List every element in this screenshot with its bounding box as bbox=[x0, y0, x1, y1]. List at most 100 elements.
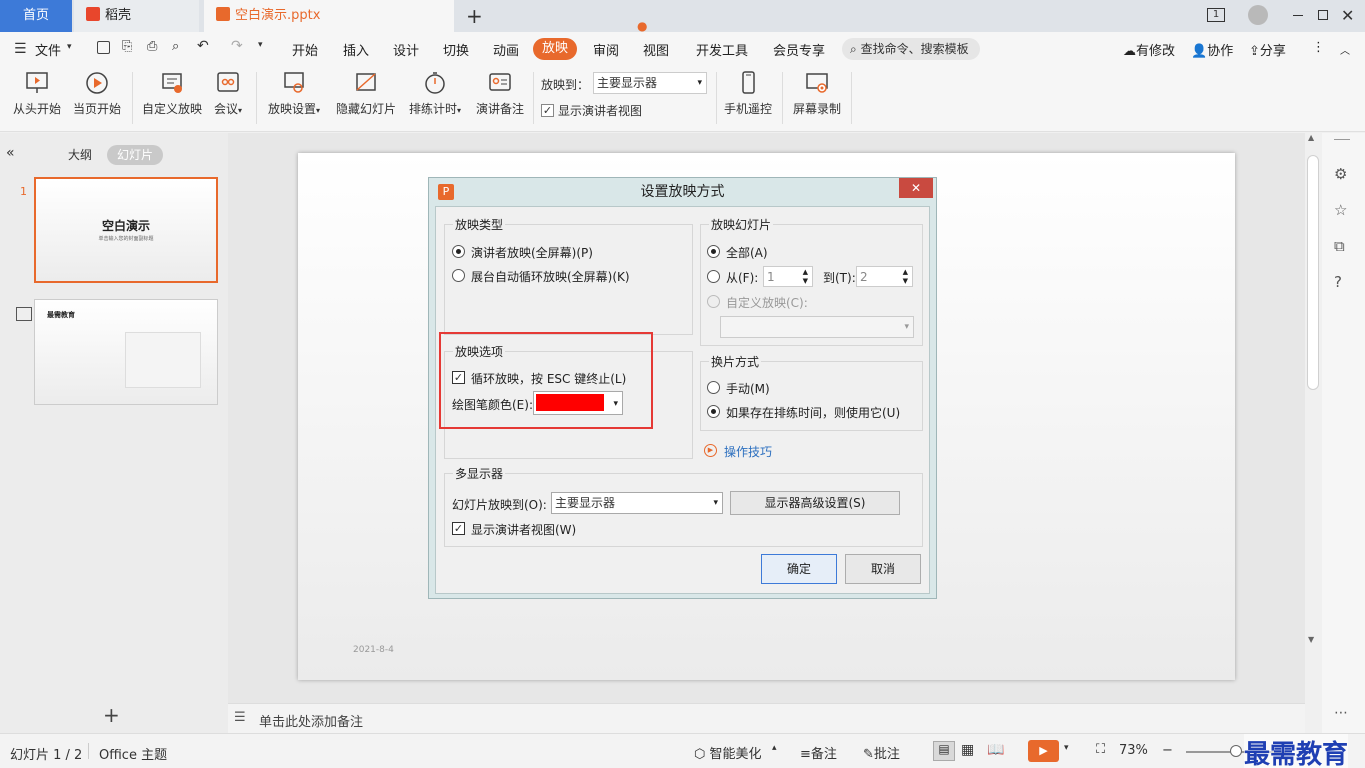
from-radio[interactable] bbox=[707, 270, 720, 283]
slide-thumbnail-2[interactable]: 最需教育 bbox=[34, 299, 218, 405]
show-on-select[interactable]: 主要显示器 ▾ bbox=[551, 492, 723, 514]
tab-outline[interactable]: 大纲 bbox=[58, 145, 102, 165]
presenter-label: 演讲者放映(全屏幕)(P) bbox=[471, 246, 593, 260]
star-icon[interactable]: ☆ bbox=[1334, 201, 1347, 219]
show-settings-label: 放映设置 bbox=[267, 102, 316, 116]
hamburger-icon[interactable]: ☰ bbox=[14, 41, 27, 57]
from-start-button[interactable]: 从头开始 bbox=[10, 70, 64, 117]
normal-view-icon[interactable]: ▤ bbox=[933, 741, 955, 761]
manual-radio[interactable] bbox=[707, 381, 720, 394]
menu-start[interactable]: 开始 bbox=[292, 40, 318, 59]
from-spinner[interactable]: 1 ▲ ▼ bbox=[763, 266, 813, 287]
redo-icon[interactable]: ↷ bbox=[231, 38, 243, 54]
restore-icon[interactable] bbox=[1318, 10, 1328, 20]
print-icon[interactable]: ⎙ bbox=[147, 39, 157, 54]
custom-show-radio[interactable] bbox=[707, 295, 720, 308]
menu-developer[interactable]: 开发工具 bbox=[696, 40, 748, 59]
cancel-button[interactable]: 取消 bbox=[845, 554, 921, 584]
zoom-value[interactable]: 73% bbox=[1119, 743, 1148, 758]
play-button[interactable]: ▶ bbox=[1028, 740, 1059, 762]
preview-icon[interactable]: ⌕ bbox=[172, 39, 179, 54]
comments-toggle[interactable]: ✎批注 bbox=[863, 743, 900, 762]
menu-slideshow[interactable]: 放映 bbox=[533, 38, 577, 60]
custom-show-label: 自定义放映(C): bbox=[726, 296, 808, 310]
screen-record-button[interactable]: 屏幕录制 bbox=[790, 70, 844, 117]
collapse-ribbon-icon[interactable]: ︿ bbox=[1340, 42, 1350, 57]
reading-view-icon[interactable]: 📖 bbox=[987, 742, 1004, 758]
tab-document[interactable]: 空白演示.pptx ● bbox=[204, 0, 647, 33]
close-window-icon[interactable]: ✕ bbox=[1341, 6, 1354, 25]
new-tab-icon[interactable]: + bbox=[466, 4, 483, 28]
menu-member[interactable]: 会员专享 bbox=[773, 40, 825, 59]
more-quick-icon[interactable]: ▾ bbox=[258, 40, 263, 50]
presenter-view-dialog-checkbox[interactable]: ✓ bbox=[452, 522, 465, 535]
fit-icon[interactable]: ⛶ bbox=[1096, 742, 1105, 757]
hide-slide-button[interactable]: 隐藏幻灯片 bbox=[333, 70, 399, 117]
menu-file[interactable]: 文件 bbox=[35, 40, 61, 59]
search-input[interactable]: ⌕ 查找命令、搜索模板 bbox=[842, 38, 980, 60]
share-button[interactable]: ⇪分享 bbox=[1249, 40, 1286, 59]
copy-icon[interactable]: ⧉ bbox=[1334, 237, 1345, 255]
custom-show-select[interactable]: ▾ bbox=[720, 316, 914, 338]
collapse-panel-icon[interactable]: « bbox=[6, 145, 15, 161]
help-icon[interactable]: ? bbox=[1334, 273, 1342, 291]
undo-icon[interactable]: ↶ bbox=[197, 38, 209, 54]
scroll-up-icon[interactable]: ▲ bbox=[1308, 133, 1314, 142]
save-icon[interactable] bbox=[97, 41, 110, 54]
scroll-down-icon[interactable]: ▼ bbox=[1308, 635, 1314, 644]
tab-slides[interactable]: 幻灯片 bbox=[107, 145, 164, 165]
show-to-label: 放映到： bbox=[541, 78, 590, 92]
speaker-notes-button[interactable]: 演讲备注 bbox=[472, 70, 528, 117]
cloud-changes-button[interactable]: ☁有修改 bbox=[1123, 40, 1175, 59]
ok-button[interactable]: 确定 bbox=[761, 554, 837, 584]
kiosk-radio[interactable] bbox=[452, 269, 465, 282]
show-settings-button[interactable]: 放映设置▾ bbox=[264, 70, 324, 117]
menu-transition[interactable]: 切换 bbox=[443, 40, 469, 59]
menu-review[interactable]: 审阅 bbox=[593, 40, 619, 59]
presenter-view-checkbox[interactable]: ✓ bbox=[541, 104, 554, 117]
menu-view[interactable]: 视图 bbox=[643, 40, 669, 59]
spinner-arrows-icon[interactable]: ▲ ▼ bbox=[903, 268, 908, 286]
chevron-up-icon[interactable]: ▴ bbox=[772, 743, 777, 753]
spinner-arrows-icon[interactable]: ▲ ▼ bbox=[803, 268, 808, 286]
tab-docer[interactable]: 稻壳 bbox=[74, 0, 199, 32]
more-icon[interactable]: ⋯ bbox=[1334, 705, 1348, 721]
tips-link[interactable]: 操作技巧 bbox=[724, 443, 772, 460]
avatar[interactable] bbox=[1248, 5, 1268, 25]
divider bbox=[533, 72, 534, 124]
all-slides-radio[interactable] bbox=[707, 245, 720, 258]
export-icon[interactable]: ⎘ bbox=[122, 39, 132, 54]
vertical-scrollbar[interactable] bbox=[1307, 155, 1319, 390]
custom-show-button[interactable]: 自定义放映 bbox=[140, 70, 204, 117]
menu-insert[interactable]: 插入 bbox=[343, 40, 369, 59]
tab-home[interactable]: 首页 bbox=[0, 0, 72, 32]
to-spinner[interactable]: 2 ▲ ▼ bbox=[856, 266, 913, 287]
rehearse-button[interactable]: 排练计时▾ bbox=[405, 70, 465, 117]
zoom-slider-handle[interactable] bbox=[1230, 745, 1242, 757]
minimize-icon[interactable] bbox=[1293, 15, 1303, 16]
chevron-down-icon[interactable]: ▾ bbox=[67, 42, 72, 52]
from-current-button[interactable]: 当页开始 bbox=[70, 70, 124, 117]
chevron-down-icon[interactable]: ▾ bbox=[1064, 743, 1069, 753]
multi-monitor-title: 多显示器 bbox=[453, 465, 506, 482]
use-timing-radio[interactable] bbox=[707, 405, 720, 418]
grid-view-icon[interactable]: ▦ bbox=[961, 742, 974, 758]
show-to-select[interactable]: 主要显示器 ▾ bbox=[593, 72, 707, 94]
meeting-button[interactable]: 会议▾ bbox=[210, 70, 246, 117]
window-count-icon[interactable]: 1 bbox=[1207, 8, 1225, 22]
notes-toggle[interactable]: ≡备注 bbox=[800, 743, 837, 762]
adjust-icon[interactable]: ⚙ bbox=[1334, 165, 1347, 183]
dialog-close-icon[interactable]: ✕ bbox=[899, 178, 933, 198]
zoom-out-icon[interactable]: − bbox=[1162, 743, 1173, 758]
add-slide-button[interactable]: + bbox=[103, 703, 120, 727]
menu-design[interactable]: 设计 bbox=[393, 40, 419, 59]
beautify-button[interactable]: ⬡ 智能美化 bbox=[694, 743, 762, 762]
menu-animation[interactable]: 动画 bbox=[493, 40, 519, 59]
notes-bar[interactable]: ☰ 单击此处添加备注 bbox=[228, 703, 1305, 733]
phone-remote-button[interactable]: 手机遥控 bbox=[722, 70, 774, 117]
advanced-monitor-button[interactable]: 显示器高级设置(S) bbox=[730, 491, 900, 515]
collaborate-button[interactable]: 👤协作 bbox=[1191, 40, 1233, 59]
presenter-radio[interactable] bbox=[452, 245, 465, 258]
slide-thumbnail-1[interactable]: 空白演示 单击输入您的封面副标题 bbox=[34, 177, 218, 283]
more-icon[interactable]: ⋮ bbox=[1312, 40, 1325, 55]
